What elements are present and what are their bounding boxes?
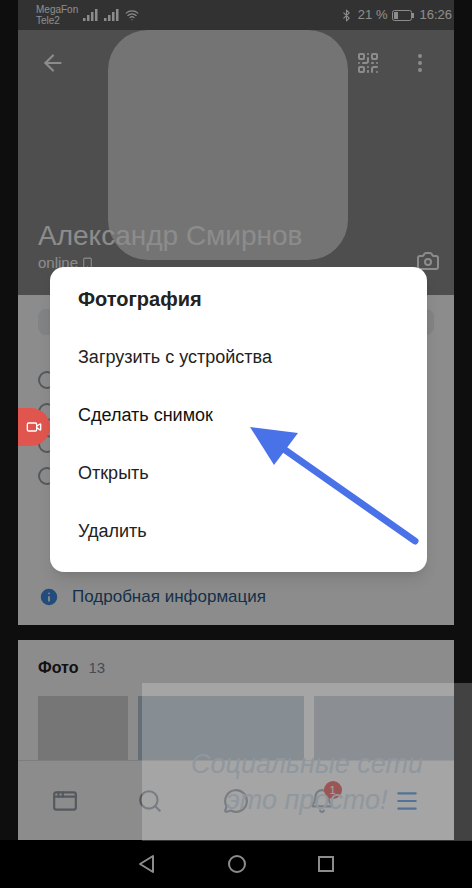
dialog-items: Загрузить с устройства Сделать снимок Откр… [50, 328, 427, 560]
phone-screen: MegaFonTele221 %16:26Александр Смирновon… [0, 0, 472, 888]
annotation-arrow-icon [240, 415, 430, 555]
watermark-line: Социальные сети [191, 746, 423, 782]
dialog-item-label: Удалить [78, 518, 147, 545]
dialog-item[interactable]: Сделать снимок [50, 386, 427, 444]
dialog-item[interactable]: Открыть [50, 444, 427, 502]
dialog-title: Фотография [50, 285, 427, 313]
watermark: Социальные сетиэто просто! [142, 683, 472, 841]
watermark-line: это просто! [226, 782, 387, 818]
dialog-item-label: Загрузить с устройства [78, 344, 272, 371]
video-icon [26, 419, 42, 435]
dialog-item-label: Сделать снимок [78, 402, 213, 429]
dialog-item[interactable]: Загрузить с устройства [50, 328, 427, 386]
dialog-item-label: Открыть [78, 460, 149, 487]
photo-dialog: Фотография Загрузить с устройства Сделать … [50, 267, 427, 572]
